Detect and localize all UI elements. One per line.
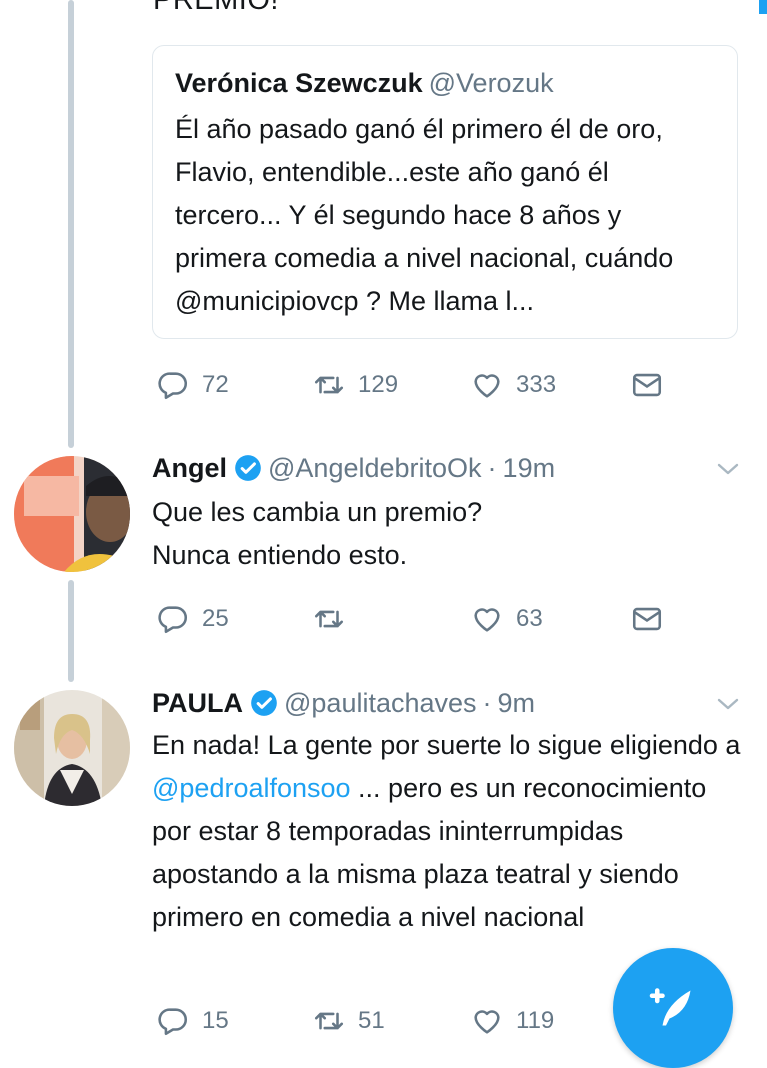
timestamp: 19m: [502, 452, 556, 483]
like-button[interactable]: 63: [470, 599, 543, 639]
tweet-text-segment: En nada! La gente por suerte lo sigue el…: [152, 730, 741, 760]
avatar-paula[interactable]: [14, 690, 130, 806]
retweet-icon: [314, 1012, 344, 1030]
like-button[interactable]: 119: [470, 1001, 554, 1041]
retweet-button[interactable]: [312, 599, 358, 639]
reply-icon: [158, 1008, 188, 1036]
compose-tweet-icon: [649, 988, 691, 1026]
tweet-header-angel: Angel @AngeldebritoOk · 19m: [152, 450, 555, 486]
reply-icon: [158, 606, 188, 634]
thread-line-middle: [68, 580, 74, 682]
reply-count: 25: [202, 605, 229, 632]
author-name[interactable]: Angel: [152, 453, 227, 484]
reply-button[interactable]: 15: [156, 1001, 229, 1041]
separator: ·: [482, 687, 492, 718]
like-count: 119: [516, 1007, 555, 1034]
scroll-indicator: [759, 0, 767, 14]
quoted-author-handle: @Verozuk: [428, 68, 554, 98]
tweet-text-angel: Que les cambia un premio? Nunca entiendo…: [152, 491, 742, 577]
tweet-text-line: Nunca entiendo esto.: [152, 540, 408, 570]
direct-message-button[interactable]: [630, 599, 664, 639]
like-count: 333: [516, 371, 557, 398]
reply-icon: [158, 372, 188, 400]
retweet-button[interactable]: 51: [312, 1001, 385, 1041]
like-count: 63: [516, 605, 543, 632]
author-handle[interactable]: @AngeldebritoOk: [268, 453, 482, 484]
reply-count: 72: [202, 371, 229, 398]
author-handle[interactable]: @paulitachaves: [284, 688, 477, 719]
reply-button[interactable]: 25: [156, 599, 229, 639]
tweet-text-line: Que les cambia un premio?: [152, 497, 483, 527]
reply-button[interactable]: 72: [156, 365, 229, 405]
retweet-icon: [314, 376, 344, 394]
verified-badge-icon: [235, 455, 261, 481]
envelope-icon: [632, 607, 662, 631]
chevron-down-icon[interactable]: [717, 697, 739, 711]
envelope-icon: [632, 373, 662, 397]
retweet-button[interactable]: 129: [312, 365, 398, 405]
compose-tweet-button[interactable]: [613, 948, 733, 1068]
reply-count: 15: [202, 1007, 229, 1034]
tweet-header-paula: PAULA @paulitachaves · 9m: [152, 685, 535, 721]
mention-link[interactable]: @pedroalfonsoo: [152, 773, 351, 803]
heart-icon: [474, 1010, 500, 1034]
timestamp: 9m: [497, 687, 536, 718]
avatar-angel-image: [14, 456, 130, 572]
chevron-down-icon[interactable]: [717, 462, 739, 476]
heart-icon: [474, 608, 500, 632]
author-name[interactable]: PAULA: [152, 688, 243, 719]
thread-line-top: [68, 0, 74, 448]
quoted-tweet-text: Él año pasado ganó él primero él de oro,…: [175, 114, 674, 316]
avatar-angel[interactable]: [14, 456, 130, 572]
tweet-text-paula: En nada! La gente por suerte lo sigue el…: [152, 724, 742, 939]
separator: ·: [487, 452, 497, 483]
retweet-icon: [314, 610, 344, 628]
verified-badge-icon: [251, 690, 277, 716]
quoted-tweet-header: Verónica Szewczuk @Verozuk: [175, 66, 715, 100]
retweet-count: 51: [358, 1007, 385, 1034]
heart-icon: [474, 374, 500, 398]
avatar-paula-image: [14, 690, 130, 806]
quoted-tweet-card[interactable]: Verónica Szewczuk @Verozuk Él año pasado …: [152, 45, 738, 339]
like-button[interactable]: 333: [470, 365, 556, 405]
quoted-author-name: Verónica Szewczuk: [175, 68, 423, 98]
retweet-count: 129: [358, 371, 399, 398]
direct-message-button[interactable]: [630, 365, 664, 405]
previous-tweet-text: PREMIO!: [153, 0, 279, 16]
